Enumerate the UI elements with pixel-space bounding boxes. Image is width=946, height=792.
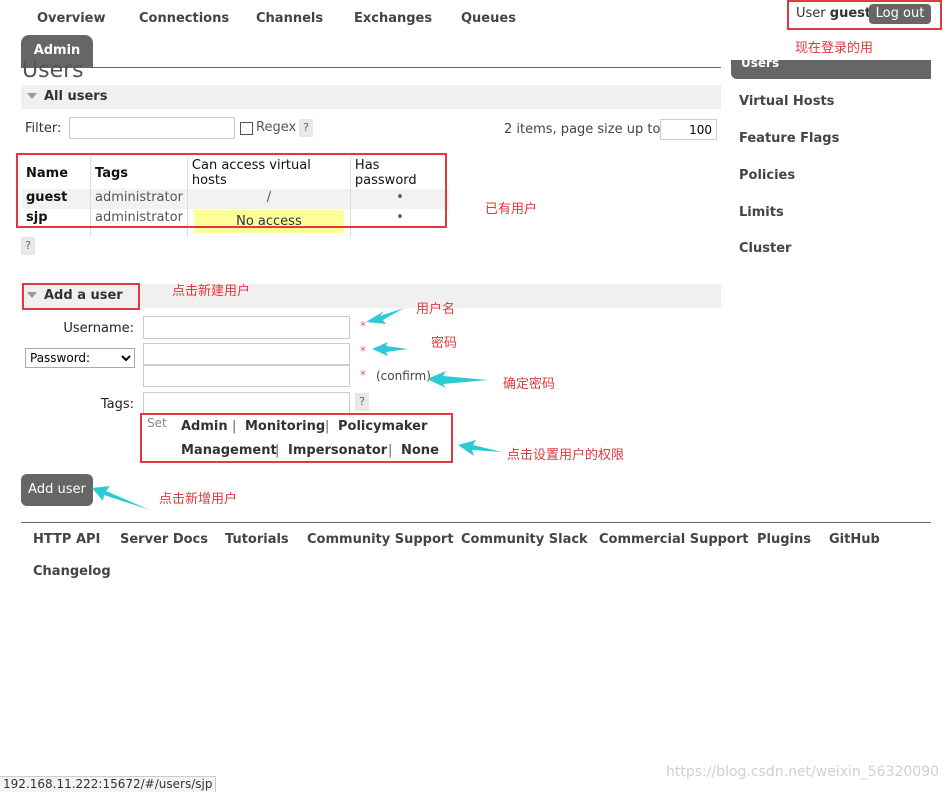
sidebar-item-virtual-hosts[interactable]: Virtual Hosts — [739, 94, 834, 109]
footer-link-community-slack[interactable]: Community Slack — [461, 532, 588, 547]
arrow-icon — [458, 440, 502, 456]
footer-link-http-api[interactable]: HTTP API — [33, 532, 100, 547]
arrow-icon — [427, 371, 488, 388]
annotation-arrows — [92, 308, 502, 510]
footer-link-tutorials[interactable]: Tutorials — [225, 532, 289, 547]
arrow-icon — [366, 308, 404, 324]
footer-link-community-support[interactable]: Community Support — [307, 532, 454, 547]
arrow-icon — [92, 486, 150, 510]
footer-link-changelog[interactable]: Changelog — [33, 564, 111, 579]
sidebar-item-limits[interactable]: Limits — [739, 205, 784, 220]
footer-divider — [21, 522, 931, 523]
status-bar-url: 192.168.11.222:15672/#/users/sjp — [0, 776, 217, 792]
footer-link-server-docs[interactable]: Server Docs — [120, 532, 208, 547]
footer-link-plugins[interactable]: Plugins — [757, 532, 811, 547]
sidebar-item-policies[interactable]: Policies — [739, 168, 795, 183]
watermark: https://blog.csdn.net/weixin_56320090 — [666, 764, 940, 780]
arrow-icon — [372, 342, 408, 356]
footer-link-github[interactable]: GitHub — [829, 532, 880, 547]
sidebar-item-users[interactable]: Users — [731, 56, 931, 79]
sidebar-item-label: Users — [741, 56, 780, 70]
footer-link-commercial-support[interactable]: Commercial Support — [599, 532, 749, 547]
sidebar-item-cluster[interactable]: Cluster — [739, 241, 791, 256]
sidebar-item-feature-flags[interactable]: Feature Flags — [739, 131, 839, 146]
